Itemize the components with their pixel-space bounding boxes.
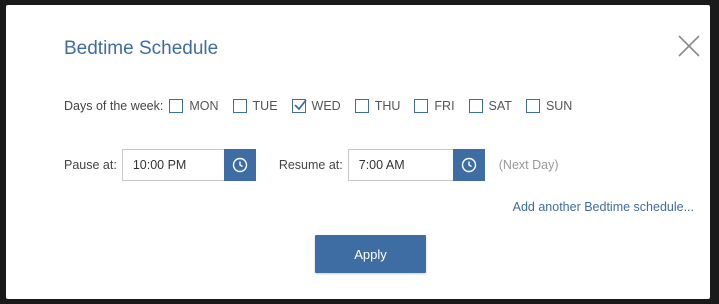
checkbox-tue[interactable] [232,99,247,113]
day-label-sun: SUN [545,99,573,113]
day-wed[interactable]: WED [291,99,341,113]
pause-label: Pause at: [64,158,117,172]
checkbox-thu[interactable] [354,99,369,113]
next-day-note: (Next Day) [498,158,559,172]
day-mon[interactable]: MON [169,99,219,113]
apply-button[interactable]: Apply [315,235,426,273]
day-label-sat: SAT [488,99,512,113]
day-fri[interactable]: FRI [414,99,455,113]
checkbox-fri[interactable] [414,99,429,113]
day-tue[interactable]: TUE [232,99,278,113]
clock-icon [232,157,248,173]
add-schedule-link[interactable]: Add another Bedtime schedule... [513,200,694,214]
window-frame: Bedtime Schedule Days of the week: MON T… [0,0,719,304]
day-label-fri: FRI [434,99,455,113]
days-label: Days of the week: [64,99,164,113]
pause-time-input[interactable]: 10:00 PM [121,149,224,181]
day-sun[interactable]: SUN [525,99,573,113]
dialog-title: Bedtime Schedule [64,38,219,59]
resume-label: Resume at: [278,158,343,172]
days-of-week-row: Days of the week: MON TUE WED THU FRI SA… [64,95,586,117]
checkbox-sat[interactable] [468,99,483,113]
pause-clock-button[interactable] [223,149,256,181]
checkbox-wed[interactable] [291,99,307,113]
resume-clock-button[interactable] [452,149,485,181]
checkbox-mon[interactable] [169,99,184,113]
day-thu[interactable]: THU [354,99,401,113]
day-sat[interactable]: SAT [468,99,512,113]
resume-time-input[interactable]: 7:00 AM [347,149,453,181]
time-row: Pause at: 10:00 PM Resume at: 7:00 AM (N… [64,149,558,181]
checkbox-sun[interactable] [525,99,540,113]
close-icon [678,35,700,57]
day-label-wed: WED [311,99,341,113]
bedtime-schedule-dialog: Bedtime Schedule Days of the week: MON T… [6,5,710,299]
clock-icon [461,157,476,173]
checkmark-icon [293,99,307,111]
day-label-tue: TUE [252,99,278,113]
day-label-mon: MON [189,99,219,113]
day-label-thu: THU [374,99,401,113]
close-button[interactable] [674,31,704,61]
